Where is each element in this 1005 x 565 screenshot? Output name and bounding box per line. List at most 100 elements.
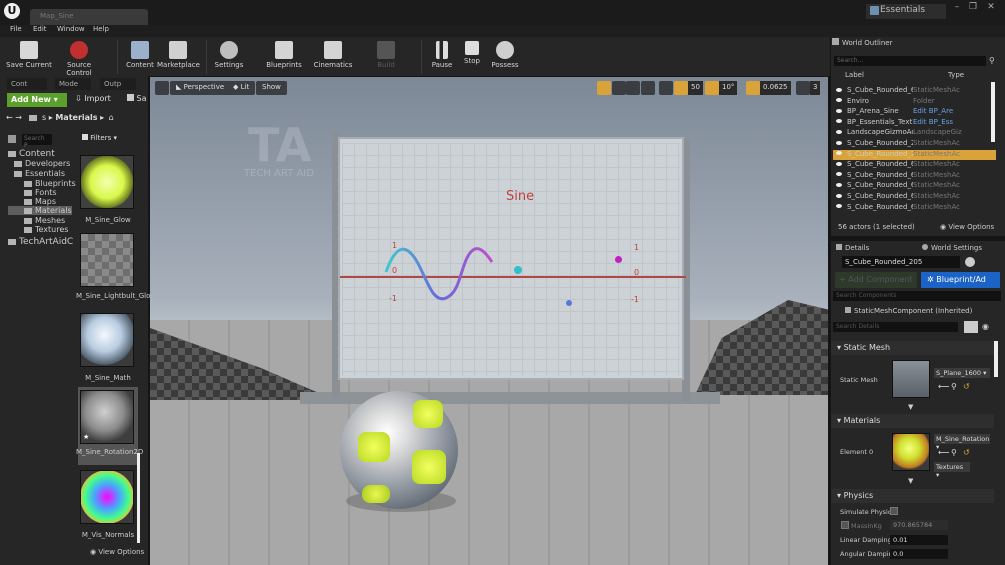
scale-icon[interactable] [626, 81, 640, 95]
outliner-row[interactable]: S_Cube_Rounded_20StaticMeshAc [833, 149, 996, 161]
section-static-mesh[interactable]: ▾ Static Mesh [831, 341, 994, 355]
surface-snap-icon[interactable] [659, 81, 673, 95]
marketplace-button[interactable]: Marketplace [157, 39, 200, 75]
stop-button[interactable]: Stop [460, 39, 484, 75]
rotation-snap-value[interactable]: 10° [719, 81, 738, 95]
unreal-logo-icon[interactable]: U [4, 3, 20, 19]
outliner-row[interactable]: Enviro Folder [833, 97, 996, 108]
menu-file[interactable]: File [10, 25, 22, 33]
filters-button[interactable]: Filters ▾ [82, 134, 117, 142]
reset-icon[interactable]: ↺ [963, 382, 970, 391]
pause-button[interactable]: Pause [429, 39, 455, 75]
tab-world-settings[interactable]: World Settings [922, 244, 982, 252]
grid-snap-icon[interactable] [674, 81, 688, 95]
visibility-eye-icon[interactable] [836, 140, 842, 145]
tab-content-browser[interactable]: Cont [7, 78, 47, 90]
blueprint-add-script-button[interactable]: ✲ Blueprint/Ad [921, 272, 1000, 288]
save-current-button[interactable]: Save Current [6, 39, 52, 75]
translate-icon[interactable] [597, 81, 611, 95]
scrollbar[interactable] [991, 82, 995, 142]
tree-item-content[interactable]: Content [8, 149, 55, 159]
outliner-row[interactable]: S_Cube_Rounded_60StaticMeshAc [833, 203, 996, 214]
back-icon[interactable]: ← [6, 113, 13, 122]
visibility-eye-icon[interactable] [836, 87, 842, 92]
close-icon[interactable]: ✕ [984, 2, 998, 14]
visibility-eye-icon[interactable] [836, 193, 842, 198]
details-search-input[interactable]: Search Details [833, 322, 958, 332]
outliner-row[interactable]: BP_Arena_Sine Edit BP_Are [833, 107, 996, 118]
add-component-button[interactable]: + Add Component [835, 272, 917, 288]
lock-icon[interactable] [965, 257, 975, 267]
menu-edit[interactable]: Edit [33, 25, 47, 33]
tree-search-input[interactable]: Search P [22, 134, 52, 149]
outliner-row[interactable]: S_Cube_Rounded_60StaticMeshAc [833, 160, 996, 171]
textures-dropdown[interactable]: Textures ▾ [934, 462, 970, 479]
component-item[interactable]: StaticMeshComponent (Inherited) [845, 307, 972, 315]
grid-view-icon[interactable] [964, 321, 978, 333]
breadcrumb-item[interactable]: Materials [55, 113, 97, 122]
world-local-icon[interactable] [641, 81, 655, 95]
tree-item-developers[interactable]: Developers [14, 159, 70, 168]
tree-item-blueprints[interactable]: Blueprints [24, 179, 76, 188]
tab-modes[interactable]: Mode [55, 78, 91, 90]
settings-button[interactable]: Settings [211, 39, 247, 75]
asset-thumbnail[interactable] [80, 313, 134, 367]
tree-item-maps[interactable]: Maps [24, 197, 56, 206]
actor-type[interactable]: Edit BP_Are [913, 107, 953, 115]
asset-thumbnail[interactable] [80, 155, 134, 209]
camera-speed-value[interactable]: 3 [810, 81, 821, 95]
viewport-menu-icon[interactable] [155, 81, 169, 95]
visibility-eye-icon[interactable] [836, 172, 842, 177]
outliner-row[interactable]: S_Cube_Rounded_60StaticMeshAc [833, 86, 996, 97]
expand-arrow-icon[interactable]: ▼ [908, 403, 913, 411]
eye-icon[interactable]: ◉ [982, 322, 989, 331]
scrollbar[interactable] [994, 341, 998, 377]
tree-toggle-icon[interactable] [8, 135, 16, 143]
outliner-row[interactable]: S_Cube_Rounded_60StaticMeshAc [833, 192, 996, 203]
column-header-type[interactable]: Type [948, 71, 964, 79]
actor-name-field[interactable]: S_Cube_Rounded_205 [842, 256, 960, 268]
outliner-search-input[interactable]: Search... [834, 56, 986, 66]
view-mode-button[interactable]: ◆ Lit [227, 81, 256, 95]
expand-arrow-icon[interactable]: ▼ [908, 477, 913, 485]
grid-snap-value[interactable]: 50 [688, 81, 703, 95]
visibility-eye-icon[interactable] [836, 129, 842, 134]
save-all-button[interactable]: Sa [127, 94, 147, 103]
visibility-eye-icon[interactable] [836, 119, 842, 124]
outliner-row[interactable]: LandscapeGizmoActiLandscapeGiz [833, 128, 996, 139]
mesh-thumbnail[interactable] [892, 360, 930, 398]
use-selected-icon[interactable]: ⟵ [938, 382, 949, 391]
perspective-button[interactable]: ◣ Perspective [170, 81, 231, 95]
linear-damping-field[interactable]: 0.01 [890, 535, 948, 545]
browse-icon[interactable]: ⚲ [951, 382, 957, 391]
source-control-button[interactable]: Source Control [54, 39, 104, 77]
view-options-button[interactable]: ◉ View Options [90, 548, 144, 556]
view-options-button[interactable]: ◉ View Options [940, 223, 994, 231]
scale-snap-value[interactable]: 0.0625 [760, 81, 791, 95]
reset-icon[interactable]: ↺ [963, 448, 970, 457]
asset-thumbnail[interactable] [80, 470, 134, 524]
material-dropdown[interactable]: M_Sine_Rotation ▾ [934, 434, 990, 451]
static-mesh-dropdown[interactable]: S_Plane_1600 ▾ [934, 368, 990, 378]
camera-speed-icon[interactable] [796, 81, 810, 95]
blueprints-button[interactable]: Blueprints [262, 39, 306, 75]
visibility-eye-icon[interactable] [836, 151, 842, 156]
outliner-row[interactable]: S_Cube_Rounded_60StaticMeshAc [833, 171, 996, 182]
cinematics-button[interactable]: Cinematics [311, 39, 355, 75]
tree-item-techartaid[interactable]: TechArtAidC [8, 237, 73, 247]
outliner-row[interactable]: S_Cube_Rounded_20StaticMeshAc [833, 139, 996, 150]
breadcrumb-item[interactable]: s [42, 113, 46, 122]
outliner-row[interactable]: S_Cube_Rounded_60StaticMeshAc [833, 181, 996, 192]
tab-output-log[interactable]: Outp [100, 78, 136, 90]
rotate-icon[interactable] [612, 81, 626, 95]
menu-window[interactable]: Window [57, 25, 85, 33]
browse-icon[interactable]: ⚲ [951, 448, 957, 457]
import-button[interactable]: ⇩ Import [75, 94, 111, 103]
section-materials[interactable]: ▾ Materials [831, 414, 994, 428]
add-new-button[interactable]: Add New ▾ [7, 93, 67, 107]
tree-item-fonts[interactable]: Fonts [24, 188, 57, 197]
use-selected-icon[interactable]: ⟵ [938, 448, 949, 457]
simulate-physics-checkbox[interactable] [890, 507, 898, 515]
column-header-label[interactable]: Label [845, 71, 864, 79]
possess-button[interactable]: Possess [489, 39, 521, 75]
